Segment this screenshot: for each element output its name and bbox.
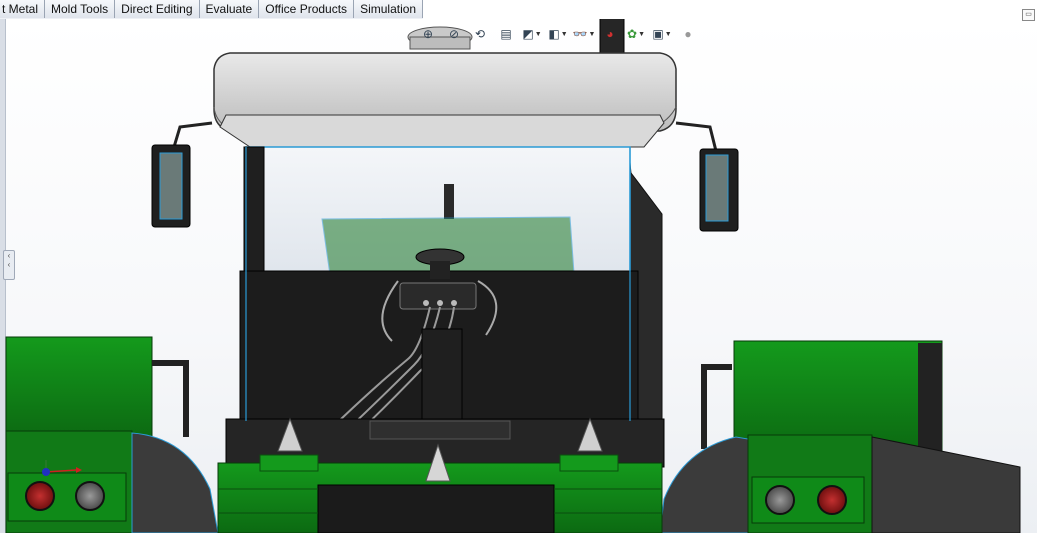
roof-visor <box>219 114 665 148</box>
center-hitch <box>317 484 555 533</box>
right-grey-light <box>765 485 795 515</box>
command-manager-tabs: t Metal Mold Tools Direct Editing Evalua… <box>0 0 424 20</box>
section-view-icon[interactable]: ▤ <box>496 24 516 44</box>
edit-appearance-icon[interactable]: ◕ <box>600 24 620 44</box>
reference-triad-icon <box>42 460 82 476</box>
hide-show-items-icon[interactable]: 👓 ▼ <box>573 24 596 44</box>
tab-evaluate[interactable]: Evaluate <box>199 0 260 18</box>
left-hood-box <box>5 336 153 438</box>
tractor-model[interactable] <box>0 19 1037 533</box>
display-toggle-icon[interactable]: ● <box>678 24 698 44</box>
steering-column <box>421 328 463 422</box>
tab-simulation[interactable]: Simulation <box>354 0 424 18</box>
display-style-icon[interactable]: ◧ ▼ <box>548 24 568 44</box>
left-tire <box>131 432 219 533</box>
steering-column-rear <box>444 184 454 219</box>
heads-up-view-toolbar: ⊕ ⊘ ⟲ ▤ ◩ ▼ ◧ ▼ 👓 ▼ ◕ ✿ ▼ ▣ ▼ ● <box>418 24 698 44</box>
right-tire <box>659 436 749 533</box>
tab-office-products[interactable]: Office Products <box>259 0 355 18</box>
view-orientation-icon[interactable]: ◩ ▼ <box>522 24 542 44</box>
previous-view-icon[interactable]: ⟲ <box>470 24 490 44</box>
tab-direct-editing[interactable]: Direct Editing <box>115 0 200 18</box>
zoom-to-area-icon[interactable]: ⊘ <box>444 24 464 44</box>
tab-mold-tools[interactable]: Mold Tools <box>45 0 116 18</box>
apply-scene-icon[interactable]: ✿ ▼ <box>626 24 646 44</box>
right-red-light <box>817 485 847 515</box>
tab-sheet-metal[interactable]: t Metal <box>0 0 46 18</box>
zoom-to-fit-icon[interactable]: ⊕ <box>418 24 438 44</box>
rear-implement <box>871 436 1021 533</box>
view-settings-icon[interactable]: ▣ ▼ <box>652 24 672 44</box>
